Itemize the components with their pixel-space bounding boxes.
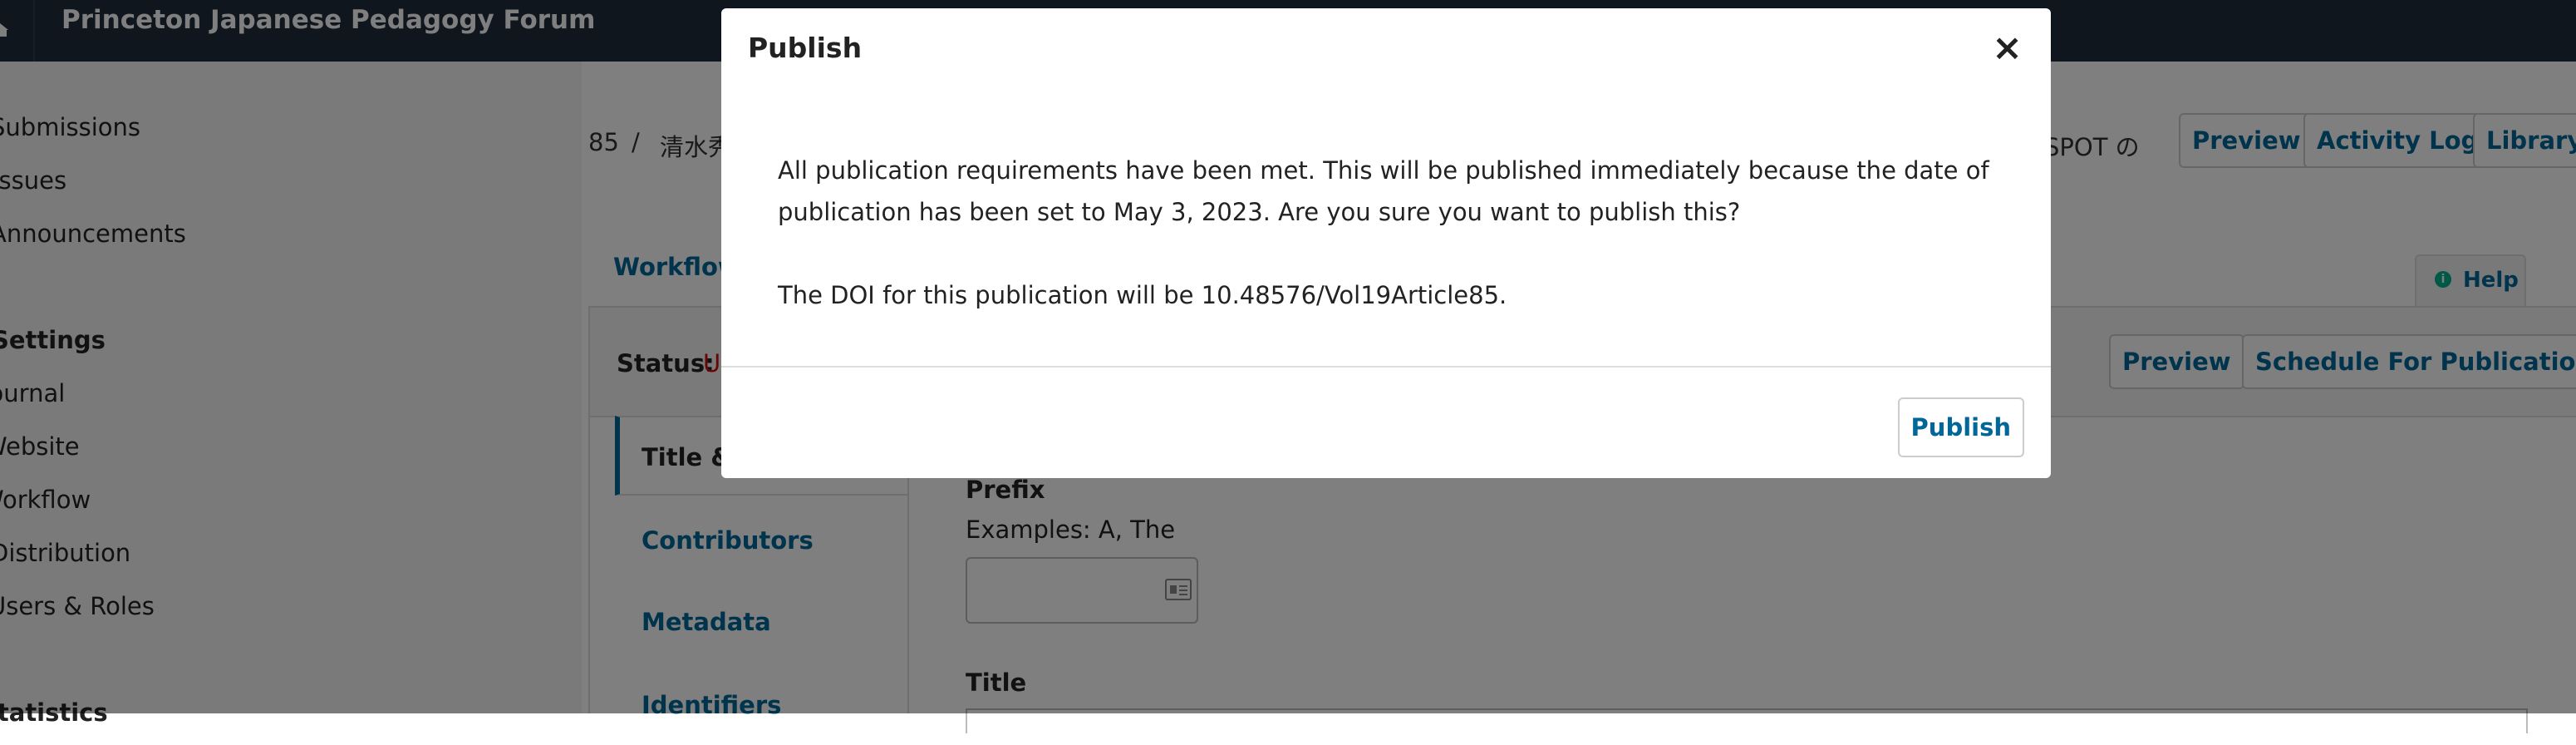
publish-modal: Publish × All publication requirements h… bbox=[721, 8, 2051, 478]
modal-body: All publication requirements have been m… bbox=[778, 150, 2008, 316]
close-icon[interactable]: × bbox=[1992, 30, 2023, 67]
doi-message: The DOI for this publication will be 10.… bbox=[778, 281, 1507, 309]
publish-confirmation-message: All publication requirements have been m… bbox=[778, 156, 1989, 226]
modal-title: Publish bbox=[748, 32, 863, 64]
publish-button[interactable]: Publish bbox=[1897, 397, 2024, 457]
modal-divider bbox=[721, 366, 2051, 368]
